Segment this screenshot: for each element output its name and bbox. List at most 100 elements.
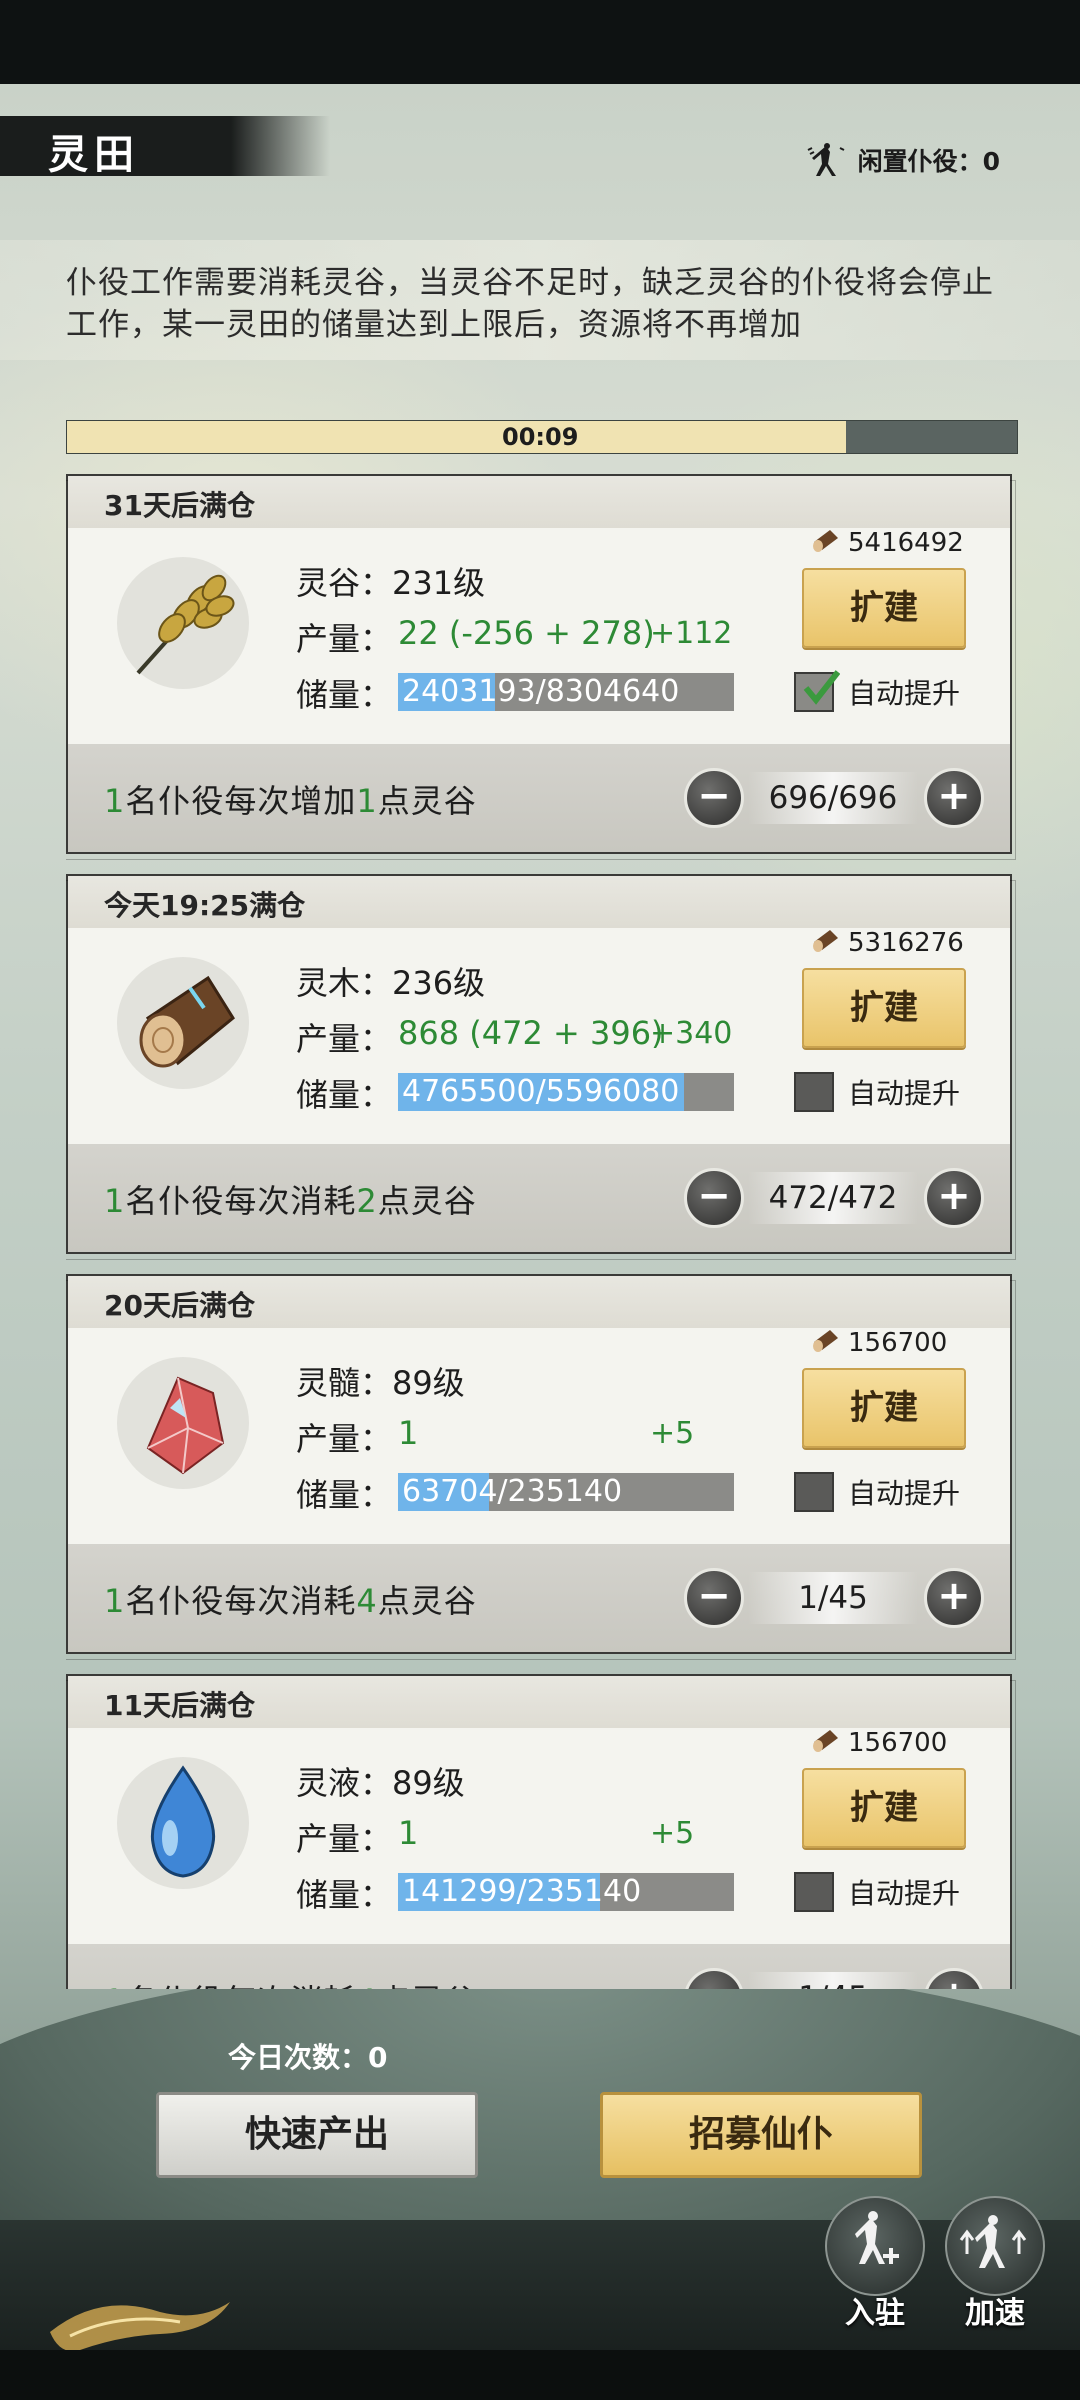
production-timer: 00:09 [66, 420, 1018, 454]
card-header: 31天后满仓 [68, 476, 1010, 528]
servant-icon [807, 143, 845, 176]
field-card: 31天后满仓 灵谷：231级 产量： 22 (-256 + 278) +112 … [66, 474, 1016, 860]
storage-label: 储量： [296, 1876, 393, 1914]
auto-upgrade-label: 自动提升 [848, 1477, 961, 1510]
expand-button[interactable]: 扩建 [802, 1368, 966, 1448]
idle-servants-label: 闲置仆役：0 [857, 147, 1000, 176]
cost-value: 156700 [848, 1327, 948, 1358]
output-bonus: +5 [650, 1816, 695, 1851]
today-count: 今日次数：0 [228, 2041, 388, 2074]
storage-bar: 2403193/8304640 [398, 673, 734, 711]
full-status: 今天19:25满仓 [104, 889, 306, 922]
auto-upgrade-label: 自动提升 [848, 1877, 961, 1910]
output-value: 868 (472 + 396) [398, 1014, 664, 1052]
wood-log-icon [108, 948, 258, 1098]
description-text: 仆役工作需要消耗灵谷，当灵谷不足时，缺乏灵谷的仆役将会停止工作，某一灵田的储量达… [66, 265, 994, 343]
increase-workers-button[interactable]: + [924, 1568, 984, 1628]
expand-cost: 5416492 [810, 526, 964, 559]
worker-count: 1/45 [748, 1572, 918, 1624]
output-value: 1 [398, 1814, 419, 1852]
auto-upgrade[interactable]: 自动提升 [794, 1472, 960, 1512]
storage-value: 63704/235140 [402, 1474, 623, 1509]
cost-value: 5316276 [848, 927, 964, 958]
output-value: 1 [398, 1414, 419, 1452]
water-drop-icon [108, 1748, 258, 1898]
storage-label: 储量： [296, 676, 393, 714]
storage-value: 141299/235140 [402, 1874, 642, 1909]
wood-log-icon [810, 1726, 842, 1759]
crystal-icon [108, 1348, 258, 1498]
auto-upgrade-checkbox[interactable] [794, 1472, 834, 1512]
auto-upgrade[interactable]: 自动提升 [794, 1872, 960, 1912]
full-status: 31天后满仓 [104, 489, 255, 522]
wood-log-icon [810, 926, 842, 959]
speedup-label: 加速 [965, 2296, 1025, 2331]
decrease-workers-button[interactable]: − [684, 1168, 744, 1228]
expand-cost: 156700 [810, 1726, 947, 1759]
increase-workers-button[interactable]: + [924, 768, 984, 828]
output-label: 产量： [296, 620, 393, 658]
expand-button[interactable]: 扩建 [802, 568, 966, 648]
field-card: 20天后满仓 灵髓：89级 产量： 1 +5 储量： 63704/235140 … [66, 1274, 1016, 1660]
decrease-workers-button[interactable]: − [684, 1568, 744, 1628]
station-label: 入驻 [845, 2296, 905, 2331]
storage-bar: 4765500/5596080 [398, 1073, 734, 1111]
output-bonus: +5 [650, 1416, 695, 1451]
station-icon [825, 2196, 925, 2296]
worker-count: 1/45 [748, 1972, 918, 1989]
expand-button[interactable]: 扩建 [802, 1768, 966, 1848]
auto-upgrade-label: 自动提升 [848, 677, 961, 710]
card-header: 今天19:25满仓 [68, 876, 1010, 928]
worker-info: 1名仆役每次消耗4点灵谷 [104, 1976, 477, 1989]
card-header: 11天后满仓 [68, 1676, 1010, 1728]
worker-info: 1名仆役每次消耗2点灵谷 [104, 1182, 477, 1220]
worker-count: 472/472 [748, 1172, 918, 1224]
expand-cost: 156700 [810, 1326, 947, 1359]
decrease-workers-button[interactable]: − [684, 768, 744, 828]
field-level: 灵木：236级 [296, 964, 486, 1002]
output-label: 产量： [296, 1420, 393, 1458]
auto-upgrade[interactable]: 自动提升 [794, 1072, 960, 1112]
full-status: 11天后满仓 [104, 1689, 255, 1722]
wheat-icon [108, 548, 258, 698]
output-label: 产量： [296, 1820, 393, 1858]
field-card: 今天19:25满仓 灵木：236级 产量： 868 (472 + 396) +3… [66, 874, 1016, 1260]
cost-value: 156700 [848, 1727, 948, 1758]
storage-bar: 141299/235140 [398, 1873, 734, 1911]
auto-upgrade-checkbox[interactable] [794, 670, 840, 712]
page-title: 灵田 [48, 132, 140, 178]
worker-count: 696/696 [748, 772, 918, 824]
output-bonus: +340 [650, 1016, 733, 1051]
output-label: 产量： [296, 1020, 393, 1058]
cost-value: 5416492 [848, 527, 964, 558]
fast-output-button[interactable]: 快速产出 [156, 2092, 478, 2178]
field-card: 11天后满仓 灵液：89级 产量： 1 +5 储量： 141299/235140… [66, 1674, 1016, 1989]
storage-value: 2403193/8304640 [402, 674, 680, 709]
storage-value: 4765500/5596080 [402, 1074, 680, 1109]
speedup-button[interactable]: 加速 [940, 2196, 1050, 2332]
full-status: 20天后满仓 [104, 1289, 255, 1322]
storage-bar: 63704/235140 [398, 1473, 734, 1511]
worker-info: 1名仆役每次消耗4点灵谷 [104, 1582, 477, 1620]
expand-cost: 5316276 [810, 926, 964, 959]
timer-text: 00:09 [502, 423, 579, 451]
increase-workers-button[interactable]: + [924, 1168, 984, 1228]
output-bonus: +112 [650, 616, 733, 651]
station-button[interactable]: 入驻 [820, 2196, 930, 2332]
storage-label: 储量： [296, 1476, 393, 1514]
expand-button[interactable]: 扩建 [802, 968, 966, 1048]
recruit-servant-button[interactable]: 招募仙仆 [600, 2092, 922, 2178]
storage-label: 储量： [296, 1076, 393, 1114]
wood-log-icon [810, 526, 842, 559]
field-level: 灵液：89级 [296, 1764, 465, 1802]
auto-upgrade-checkbox[interactable] [794, 1872, 834, 1912]
auto-upgrade-checkbox[interactable] [794, 1072, 834, 1112]
output-value: 22 (-256 + 278) [398, 614, 655, 652]
dragon-emblem-icon [50, 2302, 230, 2352]
card-header: 20天后满仓 [68, 1276, 1010, 1328]
auto-upgrade[interactable]: 自动提升 [794, 670, 961, 712]
worker-info: 1名仆役每次增加1点灵谷 [104, 782, 477, 820]
field-list[interactable]: 31天后满仓 灵谷：231级 产量： 22 (-256 + 278) +112 … [66, 474, 1016, 1989]
field-level: 灵谷：231级 [296, 564, 486, 602]
idle-servants: 闲置仆役：0 [806, 142, 1000, 178]
